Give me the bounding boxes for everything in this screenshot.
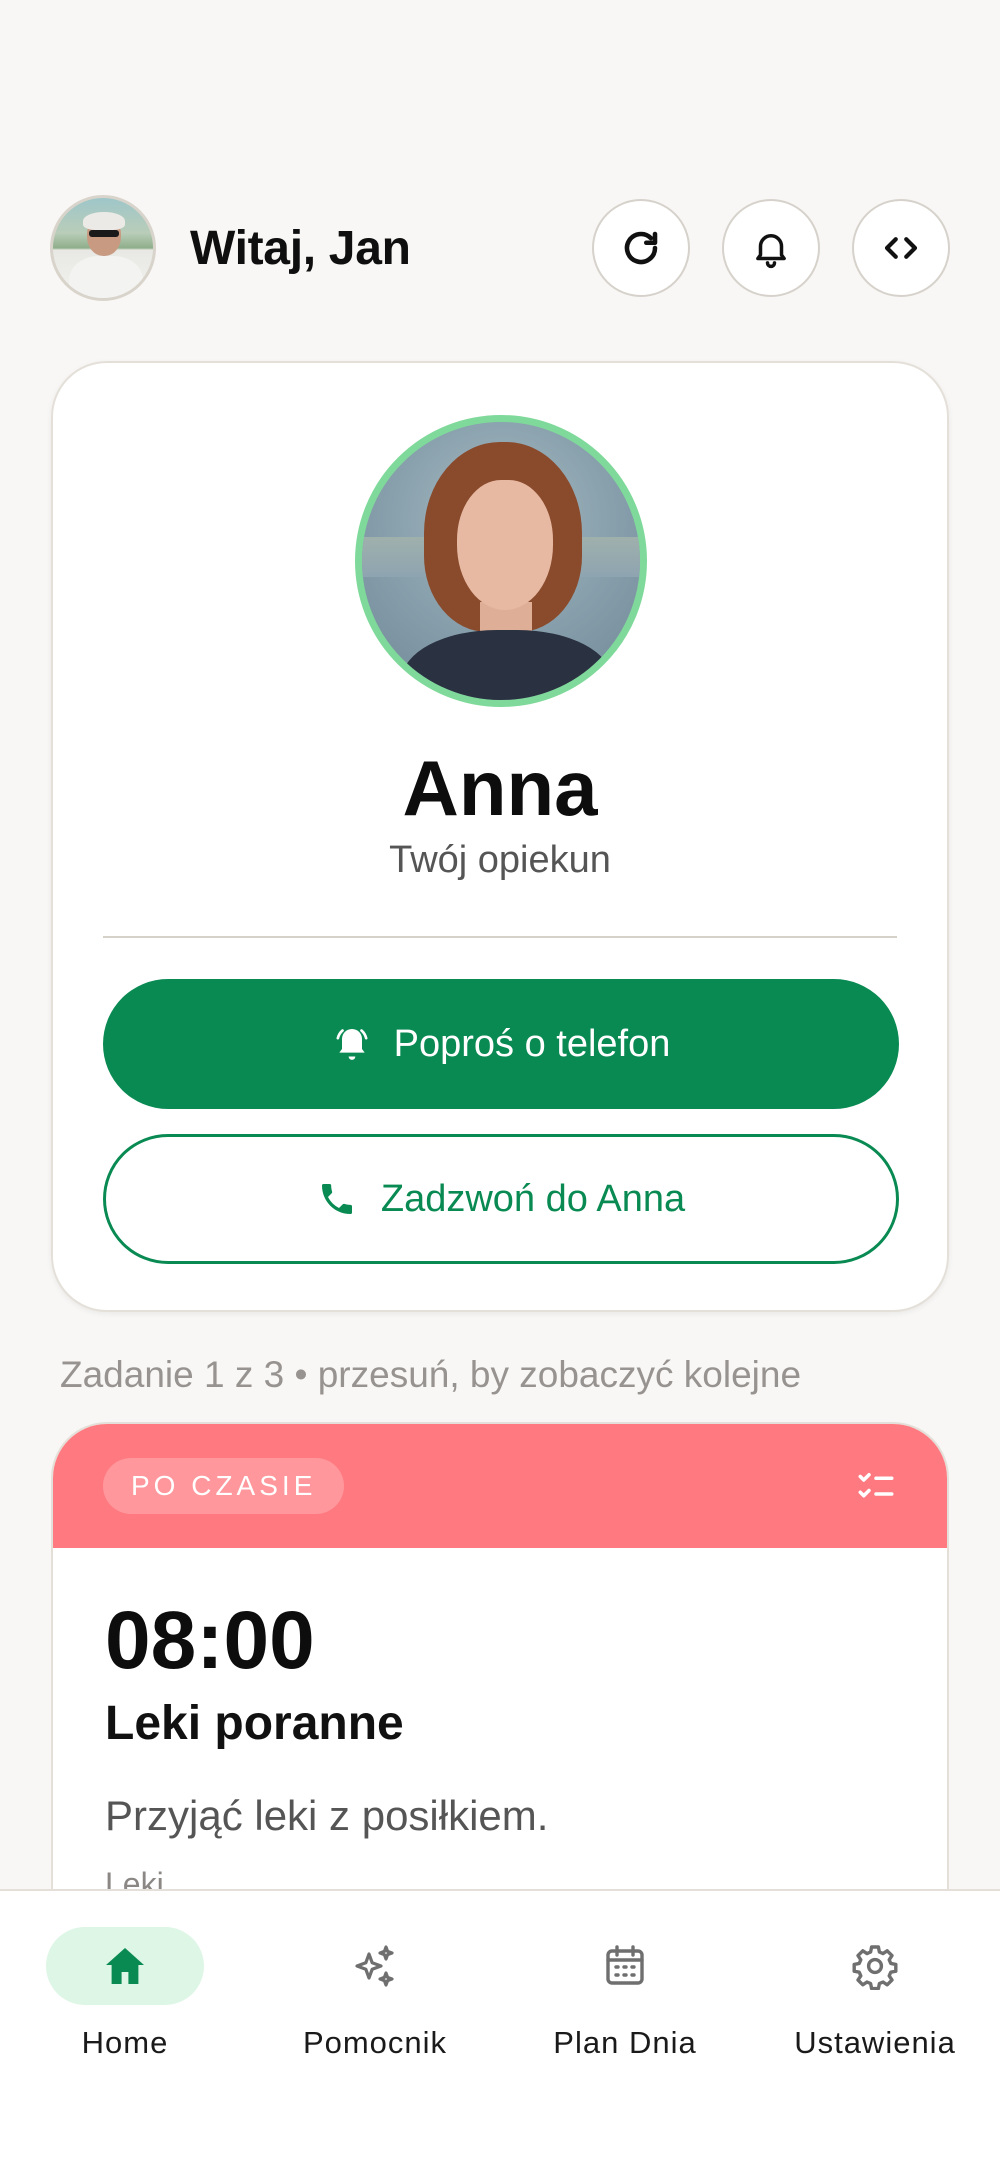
refresh-button[interactable] bbox=[592, 199, 690, 297]
header-actions bbox=[592, 199, 950, 297]
sparkles-icon bbox=[355, 1945, 394, 1987]
status-badge: PO CZASIE bbox=[103, 1458, 345, 1514]
notifications-button[interactable] bbox=[722, 199, 820, 297]
task-time: 08:00 bbox=[105, 1595, 315, 1686]
bell-icon bbox=[756, 234, 786, 269]
checklist-icon[interactable] bbox=[855, 1466, 897, 1508]
home-icon bbox=[106, 1948, 144, 1984]
nav-home[interactable]: Home bbox=[0, 1927, 250, 2067]
nav-settings[interactable]: Ustawienia bbox=[750, 1927, 1000, 2067]
call-caregiver-button[interactable]: Zadzwoń do Anna bbox=[103, 1134, 899, 1264]
nav-day-plan[interactable]: Plan Dnia bbox=[500, 1927, 750, 2067]
task-card-header: PO CZASIE bbox=[53, 1424, 947, 1548]
caregiver-name: Anna bbox=[402, 744, 598, 832]
caregiver-avatar bbox=[355, 415, 647, 707]
call-caregiver-label: Zadzwoń do Anna bbox=[380, 1177, 686, 1220]
task-pager-hint: Zadanie 1 z 3 • przesuń, by zobaczyć kol… bbox=[60, 1354, 802, 1395]
task-title: Leki poranne bbox=[105, 1697, 404, 1750]
nav-settings-label: Ustawienia bbox=[794, 2025, 956, 2060]
caregiver-card: Anna Twój opiekun Poproś o telefon Zadzw… bbox=[51, 361, 949, 1312]
header: Witaj, Jan bbox=[50, 192, 950, 304]
nav-home-highlight bbox=[46, 1927, 204, 2005]
nav-assistant[interactable]: Pomocnik bbox=[250, 1927, 500, 2067]
task-description: Przyjąć leki z posiłkiem. bbox=[105, 1792, 549, 1839]
user-avatar[interactable] bbox=[50, 195, 156, 301]
nav-day-plan-label: Plan Dnia bbox=[553, 2025, 697, 2060]
bell-ring-icon bbox=[336, 1029, 368, 1060]
home-screen: Witaj, Jan Anna Twój opiekun Poproś o te… bbox=[0, 0, 1000, 2174]
gear-icon bbox=[852, 1945, 898, 1990]
bottom-nav: Home Pomocnik Plan Dnia Ustawienia bbox=[0, 1889, 1000, 2174]
request-call-button[interactable]: Poproś o telefon bbox=[103, 979, 899, 1109]
developer-button[interactable] bbox=[852, 199, 950, 297]
request-call-label: Poproś o telefon bbox=[393, 1022, 671, 1065]
nav-home-label: Home bbox=[81, 2025, 169, 2060]
phone-icon bbox=[321, 1184, 352, 1214]
calendar-icon bbox=[606, 1945, 644, 1985]
greeting-text: Witaj, Jan bbox=[190, 221, 411, 275]
code-icon bbox=[884, 237, 918, 259]
refresh-icon bbox=[624, 231, 658, 265]
nav-assistant-label: Pomocnik bbox=[302, 2025, 448, 2060]
divider bbox=[103, 936, 897, 938]
caregiver-role: Twój opiekun bbox=[389, 839, 611, 881]
